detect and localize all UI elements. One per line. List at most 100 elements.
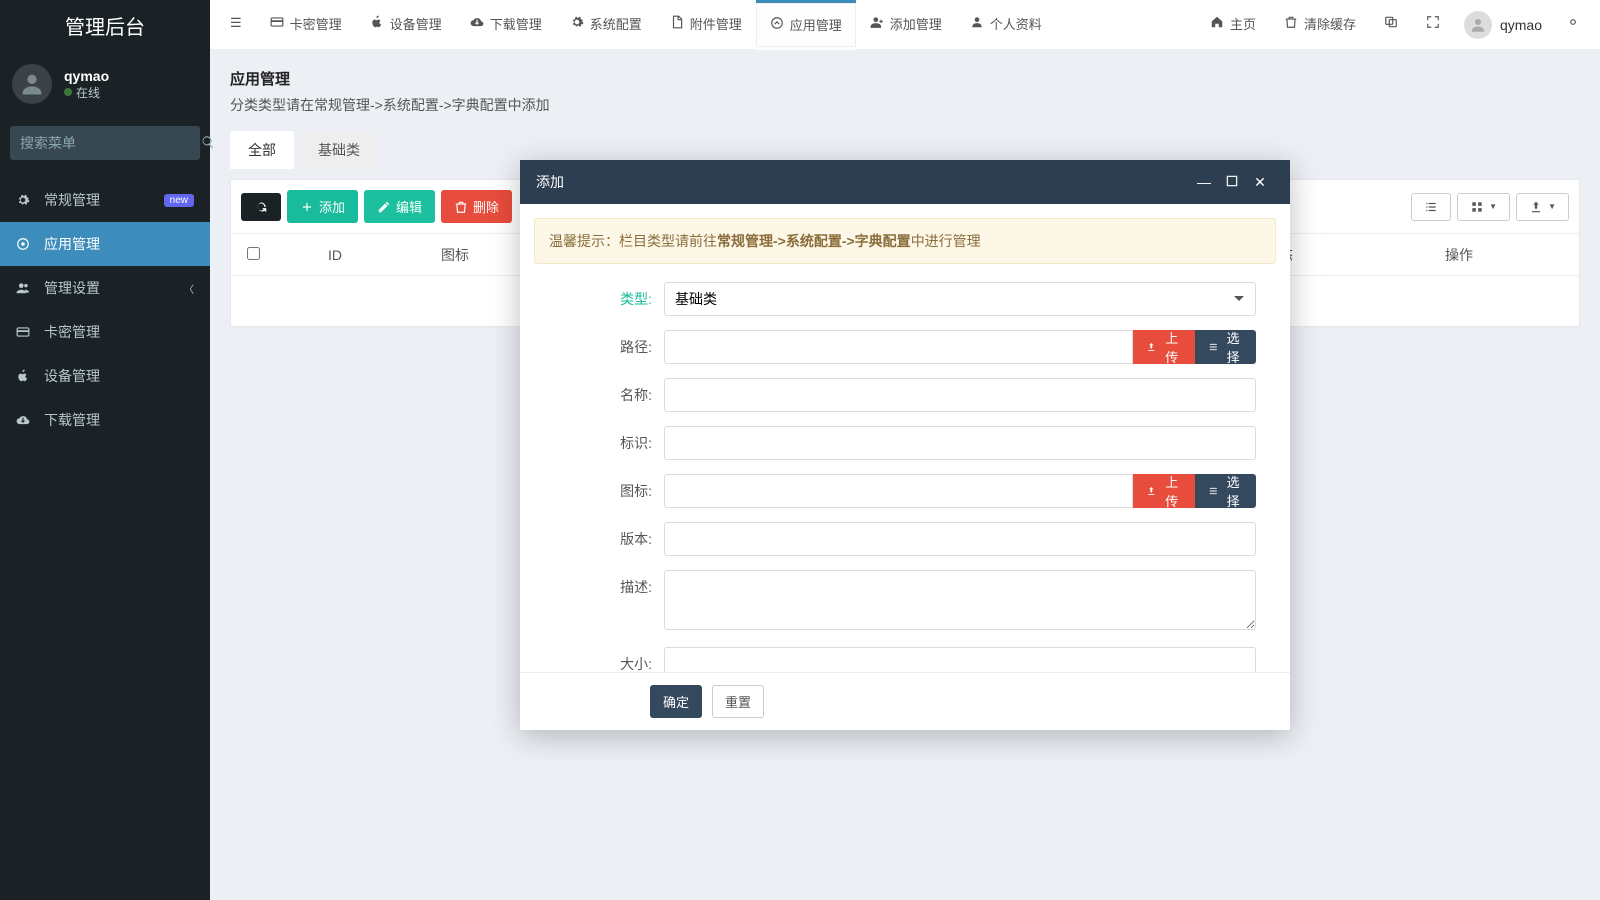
label-desc: 描述: <box>574 570 664 597</box>
home-icon <box>1210 15 1224 32</box>
topbar-home[interactable]: 主页 <box>1196 0 1270 50</box>
size-input[interactable] <box>664 647 1256 672</box>
modal-close-button[interactable]: ✕ <box>1246 174 1274 191</box>
topnav-profile[interactable]: 个人资料 <box>956 0 1056 50</box>
upload-icon <box>1146 484 1157 498</box>
desc-textarea[interactable] <box>664 570 1256 630</box>
user-icon <box>970 15 984 32</box>
topnav-device[interactable]: 设备管理 <box>356 0 456 50</box>
col-icon: 图标 <box>395 245 515 265</box>
modal-body[interactable]: 温馨提示：栏目类型请前往常规管理->系统配置->字典配置中进行管理 类型: 基础… <box>520 204 1290 672</box>
refresh-icon <box>254 200 268 214</box>
apple-icon <box>370 15 384 32</box>
topnav-app-manage[interactable]: 应用管理 <box>756 0 856 50</box>
badge-new: new <box>164 194 194 207</box>
add-button[interactable]: 添加 <box>287 190 358 223</box>
edit-button[interactable]: 编辑 <box>364 190 435 223</box>
modal-minimize-button[interactable]: — <box>1190 174 1218 190</box>
topnav-sysconfig[interactable]: 系统配置 <box>556 0 656 50</box>
col-id: ID <box>275 247 395 263</box>
img-input[interactable] <box>664 474 1133 508</box>
user-avatar <box>12 64 52 104</box>
path-select-button[interactable]: 选择 <box>1195 330 1256 364</box>
sidebar-menu: 常规管理 new 应用管理 管理设置 〈 卡密管理 设备管理 <box>0 178 210 442</box>
trash-icon <box>454 200 468 214</box>
reset-button[interactable]: 重置 <box>712 685 764 718</box>
topbar-toggle-menu[interactable]: ☰ <box>216 0 256 50</box>
topnav-attachment[interactable]: 附件管理 <box>656 0 756 50</box>
modal-header[interactable]: 添加 — ✕ <box>520 160 1290 204</box>
modal-footer: 确定 重置 <box>520 672 1290 730</box>
modal-alert: 温馨提示：栏目类型请前往常规管理->系统配置->字典配置中进行管理 <box>534 218 1276 264</box>
delete-button[interactable]: 删除 <box>441 190 512 223</box>
sliders-icon <box>1566 15 1580 32</box>
export-button[interactable]: ▼ <box>1516 193 1569 221</box>
user-plus-icon <box>870 15 884 32</box>
columns-button[interactable]: ▼ <box>1457 193 1510 221</box>
topbar: ☰ 卡密管理 设备管理 下载管理 系统配置 附件管理 应用管理 添加管理 个人资… <box>210 0 1600 50</box>
tab-basic[interactable]: 基础类 <box>300 131 378 169</box>
topbar-username: qymao <box>1500 17 1542 33</box>
circle-dot-icon <box>16 237 36 251</box>
name-input[interactable] <box>664 378 1256 412</box>
topbar-user[interactable]: qymao <box>1454 11 1552 39</box>
label-size: 大小: <box>574 647 664 672</box>
cloud-download-icon <box>16 413 36 427</box>
sidebar-item-admin-settings[interactable]: 管理设置 〈 <box>0 266 210 310</box>
topbar-fullscreen[interactable] <box>1412 0 1454 50</box>
page-title: 应用管理 <box>230 68 1580 89</box>
topbar-language[interactable] <box>1370 0 1412 50</box>
img-select-button[interactable]: 选择 <box>1195 474 1256 508</box>
sidebar-item-card-manage[interactable]: 卡密管理 <box>0 310 210 354</box>
list-icon <box>1424 200 1438 214</box>
search-input[interactable] <box>20 135 201 151</box>
cloud-download-icon <box>470 15 484 32</box>
select-all-checkbox[interactable] <box>247 247 260 260</box>
gear-icon <box>570 15 584 32</box>
caret-down-icon: ▼ <box>1489 202 1497 211</box>
label-ident: 标识: <box>574 426 664 453</box>
trash-icon <box>1284 15 1298 32</box>
topbar-clear-cache[interactable]: 清除缓存 <box>1270 0 1370 50</box>
list-icon <box>1208 484 1219 498</box>
apple-icon <box>16 369 36 383</box>
path-input[interactable] <box>664 330 1133 364</box>
upload-icon <box>1146 340 1157 354</box>
path-upload-button[interactable]: 上传 <box>1133 330 1194 364</box>
export-icon <box>1529 200 1543 214</box>
chevron-right-icon: 〈 <box>184 281 194 296</box>
brand-title: 管理后台 <box>0 0 210 50</box>
label-img: 图标: <box>574 474 664 501</box>
sidebar-user-status: 在线 <box>64 84 109 101</box>
toggle-view-button[interactable] <box>1411 193 1451 221</box>
page-subtitle: 分类类型请在常规管理->系统配置->字典配置中添加 <box>230 95 1580 115</box>
ident-input[interactable] <box>664 426 1256 460</box>
modal-title: 添加 <box>536 172 564 192</box>
topnav-add-manage[interactable]: 添加管理 <box>856 0 956 50</box>
img-upload-button[interactable]: 上传 <box>1133 474 1194 508</box>
sidebar-item-app-manage[interactable]: 应用管理 <box>0 222 210 266</box>
modal-add: 添加 — ✕ 温馨提示：栏目类型请前往常规管理->系统配置->字典配置中进行管理… <box>520 160 1290 730</box>
credit-card-icon <box>270 15 284 32</box>
ok-button[interactable]: 确定 <box>650 685 702 718</box>
refresh-button[interactable] <box>241 193 281 221</box>
circle-up-icon <box>770 16 784 33</box>
sidebar-search <box>0 118 210 168</box>
col-op: 操作 <box>1339 245 1579 265</box>
sidebar-username: qymao <box>64 68 109 84</box>
pencil-icon <box>377 200 391 214</box>
label-path: 路径: <box>574 330 664 357</box>
sidebar-item-general[interactable]: 常规管理 new <box>0 178 210 222</box>
sidebar-item-download-manage[interactable]: 下载管理 <box>0 398 210 442</box>
modal-maximize-button[interactable] <box>1218 174 1246 191</box>
tab-all[interactable]: 全部 <box>230 131 294 169</box>
language-icon <box>1384 15 1398 32</box>
bars-icon: ☰ <box>230 15 242 31</box>
topnav-download[interactable]: 下载管理 <box>456 0 556 50</box>
version-input[interactable] <box>664 522 1256 556</box>
plus-icon <box>300 200 314 214</box>
topnav-card[interactable]: 卡密管理 <box>256 0 356 50</box>
topbar-settings[interactable] <box>1552 0 1594 50</box>
sidebar-item-device-manage[interactable]: 设备管理 <box>0 354 210 398</box>
type-select[interactable]: 基础类 <box>664 282 1256 316</box>
